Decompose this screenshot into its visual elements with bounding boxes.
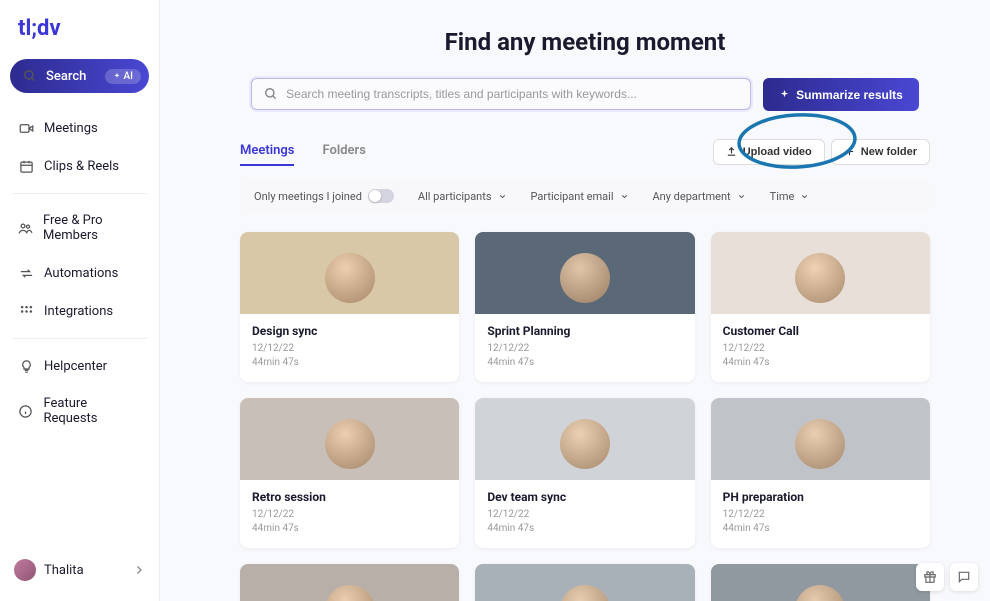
meeting-title: Design sync	[252, 324, 447, 338]
avatar	[14, 559, 36, 581]
sidebar-item-integrations[interactable]: Integrations	[8, 292, 151, 330]
gift-button[interactable]	[916, 563, 944, 591]
filter-only-joined[interactable]: Only meetings I joined	[254, 189, 394, 203]
arrows-icon	[18, 265, 34, 281]
sidebar-item-label: Automations	[44, 266, 118, 281]
meeting-thumbnail	[475, 398, 694, 480]
meeting-thumbnail	[240, 232, 459, 314]
filter-time[interactable]: Time	[770, 190, 810, 203]
meeting-title: Retro session	[252, 490, 447, 504]
meeting-date: 12/12/22	[487, 342, 682, 356]
meeting-title: Dev team sync	[487, 490, 682, 504]
video-icon	[18, 120, 34, 136]
filters-bar: Only meetings I joined All participants …	[240, 180, 930, 212]
meeting-thumbnail	[475, 564, 694, 601]
upload-video-button[interactable]: Upload video	[713, 139, 825, 165]
search-input[interactable]	[286, 87, 738, 101]
meeting-date: 12/12/22	[252, 508, 447, 522]
sidebar-item-members[interactable]: Free & Pro Members	[8, 202, 151, 254]
meeting-card[interactable]: Retro session 12/12/22 44min 47s	[240, 398, 459, 548]
chevron-down-icon	[620, 192, 629, 201]
filter-email[interactable]: Participant email	[531, 190, 629, 203]
chevron-down-icon	[498, 192, 507, 201]
chat-icon	[957, 570, 971, 584]
divider	[12, 193, 147, 194]
sidebar-item-label: Integrations	[44, 304, 113, 319]
sidebar: tl;dv Search AI Meetings Clips & Reels F…	[0, 0, 160, 601]
sidebar-item-clips[interactable]: Clips & Reels	[8, 147, 151, 185]
sidebar-item-feature-requests[interactable]: Feature Requests	[8, 385, 151, 437]
meeting-duration: 44min 47s	[723, 522, 918, 536]
sidebar-item-label: Feature Requests	[43, 396, 141, 426]
meeting-date: 12/12/22	[723, 508, 918, 522]
meeting-title: PH preparation	[723, 490, 918, 504]
sidebar-item-label: Clips & Reels	[44, 159, 119, 174]
info-icon	[18, 403, 33, 419]
meeting-card[interactable]	[240, 564, 459, 601]
calendar-icon	[18, 158, 34, 174]
meeting-duration: 44min 47s	[487, 356, 682, 370]
summarize-button[interactable]: Summarize results	[763, 78, 919, 111]
search-button[interactable]: Search AI	[10, 59, 149, 93]
chat-button[interactable]	[950, 563, 978, 591]
gift-icon	[923, 570, 937, 584]
sidebar-item-helpcenter[interactable]: Helpcenter	[8, 347, 151, 385]
meeting-date: 12/12/22	[487, 508, 682, 522]
upload-icon	[726, 146, 737, 157]
sidebar-item-automations[interactable]: Automations	[8, 254, 151, 292]
meeting-duration: 44min 47s	[252, 356, 447, 370]
chevron-right-icon	[133, 564, 145, 576]
divider	[12, 338, 147, 339]
meeting-card[interactable]	[475, 564, 694, 601]
user-menu[interactable]: Thalita	[8, 551, 151, 589]
tabs-row: Meetings Folders Upload video New folder	[240, 137, 930, 166]
search-input-wrapper[interactable]	[251, 78, 751, 110]
search-label: Search	[46, 69, 86, 84]
meeting-card[interactable]: Sprint Planning 12/12/22 44min 47s	[475, 232, 694, 382]
sidebar-item-label: Free & Pro Members	[43, 213, 141, 243]
meeting-grid: Design sync 12/12/22 44min 47s Sprint Pl…	[240, 232, 930, 601]
meeting-card[interactable]: PH preparation 12/12/22 44min 47s	[711, 398, 930, 548]
meeting-thumbnail	[711, 564, 930, 601]
meeting-title: Customer Call	[723, 324, 918, 338]
meeting-duration: 44min 47s	[487, 522, 682, 536]
meeting-duration: 44min 47s	[723, 356, 918, 370]
tab-folders[interactable]: Folders	[322, 137, 365, 166]
meeting-thumbnail	[475, 232, 694, 314]
logo: tl;dv	[8, 12, 151, 55]
meeting-card[interactable]	[711, 564, 930, 601]
meeting-thumbnail	[240, 564, 459, 601]
main: Find any meeting moment Summarize result…	[160, 0, 990, 601]
tab-meetings[interactable]: Meetings	[240, 137, 294, 166]
meeting-title: Sprint Planning	[487, 324, 682, 338]
meeting-card[interactable]: Design sync 12/12/22 44min 47s	[240, 232, 459, 382]
meeting-thumbnail	[240, 398, 459, 480]
bulb-icon	[18, 358, 34, 374]
sidebar-item-label: Helpcenter	[44, 359, 107, 374]
sidebar-item-label: Meetings	[44, 121, 98, 136]
chevron-down-icon	[737, 192, 746, 201]
meeting-date: 12/12/22	[723, 342, 918, 356]
meeting-duration: 44min 47s	[252, 522, 447, 536]
grid-icon	[18, 303, 34, 319]
sparkle-icon	[779, 89, 790, 100]
meeting-thumbnail	[711, 398, 930, 480]
page-title: Find any meeting moment	[240, 28, 930, 56]
meeting-date: 12/12/22	[252, 342, 447, 356]
search-icon	[264, 87, 278, 101]
meeting-card[interactable]: Dev team sync 12/12/22 44min 47s	[475, 398, 694, 548]
chevron-down-icon	[800, 192, 809, 201]
filter-department[interactable]: Any department	[653, 190, 746, 203]
meeting-card[interactable]: Customer Call 12/12/22 44min 47s	[711, 232, 930, 382]
sidebar-item-meetings[interactable]: Meetings	[8, 109, 151, 147]
new-folder-button[interactable]: New folder	[831, 139, 930, 165]
ai-badge: AI	[105, 69, 141, 84]
toggle[interactable]	[368, 189, 394, 203]
plus-icon	[844, 146, 855, 157]
people-icon	[18, 220, 33, 236]
filter-participants[interactable]: All participants	[418, 190, 507, 203]
search-icon	[22, 68, 38, 84]
meeting-thumbnail	[711, 232, 930, 314]
user-name: Thalita	[44, 563, 125, 578]
